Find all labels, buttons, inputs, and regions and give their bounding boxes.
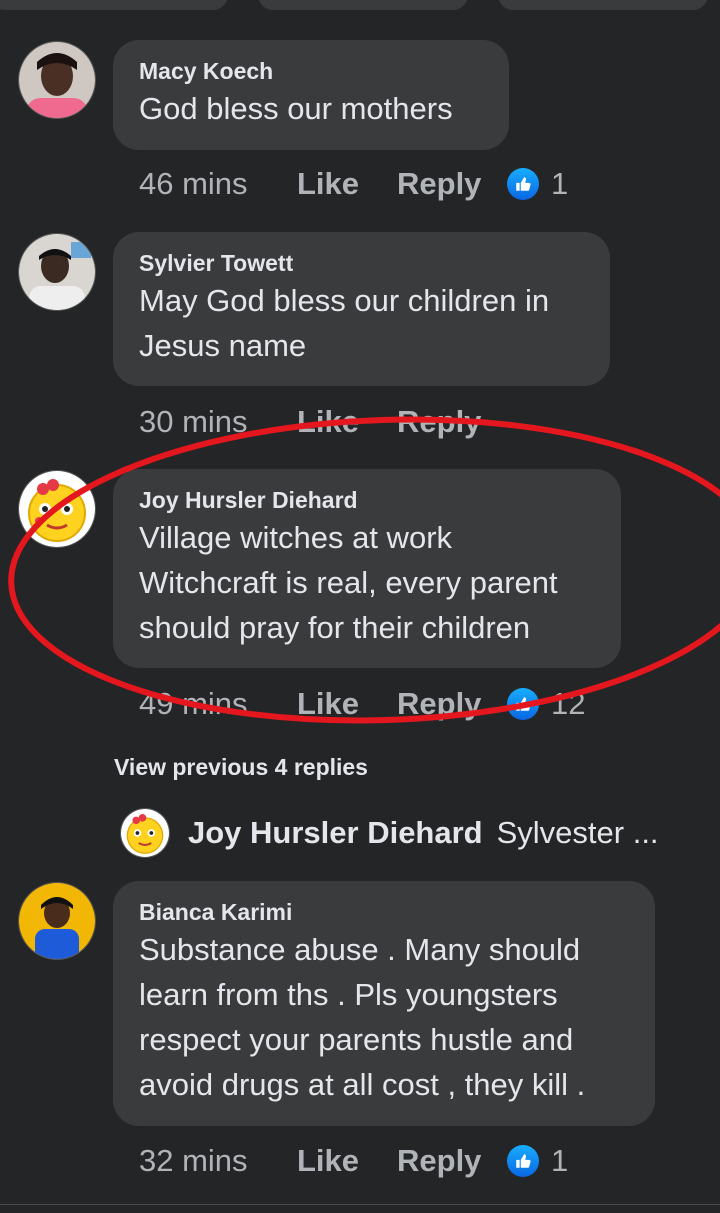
previous-item-stub-2 bbox=[258, 0, 468, 10]
comment-time[interactable]: 30 mins bbox=[139, 404, 297, 440]
nested-reply-text: Sylvester ... bbox=[496, 815, 659, 850]
avatar[interactable] bbox=[18, 470, 96, 548]
nested-reply-author[interactable]: Joy Hursler Diehard bbox=[188, 815, 483, 851]
like-button[interactable]: Like bbox=[297, 166, 397, 202]
comment-author[interactable]: Macy Koech bbox=[139, 56, 483, 86]
reaction-count[interactable]: 1 bbox=[551, 1143, 568, 1179]
divider bbox=[0, 1204, 720, 1205]
reply-button[interactable]: Reply bbox=[397, 1143, 507, 1179]
comment-bubble[interactable]: Sylvier Towett May God bless our childre… bbox=[113, 232, 610, 386]
comment-bubble[interactable]: Joy Hursler Diehard Village witches at w… bbox=[113, 469, 621, 668]
reaction-count[interactable]: 12 bbox=[551, 686, 585, 722]
like-button[interactable]: Like bbox=[297, 686, 397, 722]
comment-author[interactable]: Joy Hursler Diehard bbox=[139, 485, 595, 515]
comment-text-line: should pray for their children bbox=[139, 610, 531, 645]
comment-author[interactable]: Bianca Karimi bbox=[139, 897, 629, 927]
comment-actions: 49 mins Like Reply 12 bbox=[139, 684, 585, 724]
like-button[interactable]: Like bbox=[297, 404, 397, 440]
comment-time[interactable]: 32 mins bbox=[139, 1143, 297, 1179]
comment-time[interactable]: 46 mins bbox=[139, 166, 297, 202]
comment-author[interactable]: Sylvier Towett bbox=[139, 248, 584, 278]
comment-actions: 32 mins Like Reply 1 bbox=[139, 1141, 568, 1181]
comment-text-line: Witchcraft is real, every parent bbox=[139, 565, 558, 600]
reply-button[interactable]: Reply bbox=[397, 166, 507, 202]
comment-bubble[interactable]: Bianca Karimi Substance abuse . Many sho… bbox=[113, 881, 655, 1126]
comment-text-line: Village witches at work bbox=[139, 520, 453, 555]
comment-text-line: respect your parents hustle and bbox=[139, 1022, 574, 1057]
comment-text-line: Substance abuse . Many should bbox=[139, 932, 581, 967]
comment-actions: 46 mins Like Reply 1 bbox=[139, 164, 568, 204]
view-previous-replies-link[interactable]: View previous 4 replies bbox=[114, 751, 368, 783]
like-button[interactable]: Like bbox=[297, 1143, 397, 1179]
avatar[interactable] bbox=[18, 41, 96, 119]
comment-text-line: learn from ths . Pls youngsters bbox=[139, 977, 558, 1012]
reply-button[interactable]: Reply bbox=[397, 686, 507, 722]
comment-bubble[interactable]: Macy Koech God bless our mothers bbox=[113, 40, 509, 150]
comment-text-line: May God bless our children in bbox=[139, 283, 550, 318]
comment-time[interactable]: 49 mins bbox=[139, 686, 297, 722]
thumbs-up-icon[interactable] bbox=[507, 688, 539, 720]
previous-item-stub-3 bbox=[498, 0, 708, 10]
thumbs-up-icon[interactable] bbox=[507, 1145, 539, 1177]
avatar[interactable] bbox=[120, 808, 170, 858]
comment-text-line: avoid drugs at all cost , they kill . bbox=[139, 1067, 586, 1102]
reaction-count[interactable]: 1 bbox=[551, 166, 568, 202]
avatar[interactable] bbox=[18, 233, 96, 311]
comment-text: God bless our mothers bbox=[139, 91, 453, 126]
comment-text-line: Jesus name bbox=[139, 328, 307, 363]
avatar[interactable] bbox=[18, 882, 96, 960]
nested-reply-preview[interactable]: Joy Hursler Diehard Sylvester ... bbox=[120, 808, 659, 858]
comment-actions: 30 mins Like Reply bbox=[139, 402, 507, 442]
thumbs-up-icon[interactable] bbox=[507, 168, 539, 200]
previous-item-stub-1 bbox=[0, 0, 228, 10]
reply-button[interactable]: Reply bbox=[397, 404, 507, 440]
